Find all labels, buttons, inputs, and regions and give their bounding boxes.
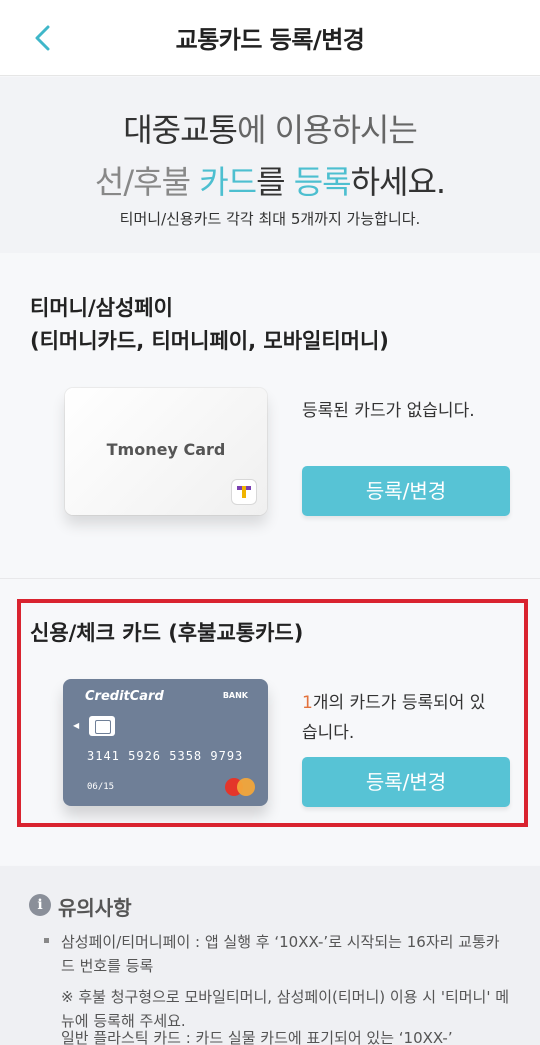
tmoney-status: 등록된 카드가 없습니다. bbox=[302, 401, 475, 421]
tmoney-register-button[interactable]: 등록/변경 bbox=[302, 466, 510, 516]
tmoney-section-title: 티머니/삼성페이 bbox=[30, 296, 173, 320]
app-header: 교통카드 등록/변경 bbox=[0, 0, 540, 76]
info-icon: i bbox=[29, 894, 51, 916]
notice-item-2: 일반 플라스틱 카드 : 카드 실물 카드에 표기되어 있는 ‘10XX-’ bbox=[61, 1029, 453, 1045]
intro-note: 티머니/신용카드 각각 최대 5개까지 가능합니다. bbox=[119, 210, 421, 228]
intro-line2-post: 하세요. bbox=[350, 163, 446, 201]
bullet-icon bbox=[44, 938, 49, 943]
tmoney-card-name: Tmoney Card bbox=[106, 440, 226, 459]
intro-accent-card: 카드 bbox=[199, 163, 257, 201]
page-title: 교통카드 등록/변경 bbox=[175, 26, 365, 54]
notice-item-1: 삼성페이/티머니페이 : 앱 실행 후 ‘10XX-’로 시작되는 16자리 교… bbox=[61, 933, 500, 975]
notice-section: i 유의사항 삼성페이/티머니페이 : 앱 실행 후 ‘10XX-’로 시작되는… bbox=[0, 866, 540, 1045]
intro-line2-mid: 를 bbox=[256, 163, 294, 201]
intro-accent-register: 등록 bbox=[293, 163, 352, 201]
notice-title: 유의사항 bbox=[58, 896, 132, 920]
highlight-box bbox=[17, 599, 528, 827]
intro-line2-pre: 선/후불 bbox=[94, 163, 200, 201]
intro-headline-2: 선/후불 카드를 등록하세요. bbox=[0, 157, 540, 203]
tmoney-card-image: Tmoney Card bbox=[65, 388, 267, 515]
intro-banner: 대중교통에 이용하시는 선/후불 카드를 등록하세요. 티머니/신용카드 각각 … bbox=[0, 77, 540, 253]
tmoney-logo-icon bbox=[231, 479, 257, 505]
intro-emphasis: 대중교통 bbox=[123, 111, 238, 149]
tmoney-section-subtitle: (티머니카드, 티머니페이, 모바일티머니) bbox=[30, 329, 389, 353]
intro-line1-rest: 에 이용하시는 bbox=[236, 111, 418, 149]
intro-headline-1: 대중교통에 이용하시는 bbox=[0, 105, 540, 151]
